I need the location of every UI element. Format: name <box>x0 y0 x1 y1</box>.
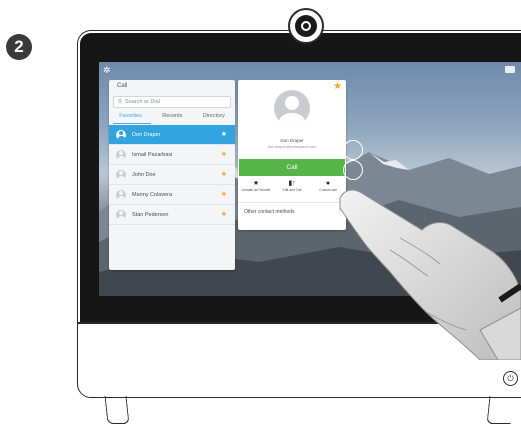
contact-list: Don Draper ★ Ismail Pazarbasi ★ John Doe… <box>109 125 235 225</box>
call-panel: Call ⚲ Search or Dial Favorites Recents … <box>109 80 235 270</box>
avatar <box>274 90 310 126</box>
touch-ripple <box>343 160 363 180</box>
star-icon: ★ <box>220 151 227 158</box>
edit-and-call-button[interactable]: ▮↑ Edit and Call <box>275 179 309 202</box>
contact-name: Don Draper <box>280 138 304 143</box>
contact-name: Manny Colavera <box>132 191 173 198</box>
favorite-star-icon[interactable]: ★ <box>333 81 342 92</box>
search-placeholder: Search or Dial <box>125 99 160 105</box>
list-item[interactable]: Stan Pedersen ★ <box>109 205 235 225</box>
avatar <box>116 149 126 160</box>
hand-illustration <box>339 189 521 360</box>
action-label: Edit and Call <box>282 188 302 192</box>
star-icon: ★ <box>252 180 260 187</box>
camera-icon <box>288 8 324 44</box>
action-label: Unmark as Favorite <box>241 188 271 192</box>
star-icon: ★ <box>220 171 227 178</box>
tab-recents[interactable]: Recents <box>162 113 182 123</box>
avatar <box>116 189 126 200</box>
contact-name: Don Draper <box>132 131 161 138</box>
stand-right-foot <box>486 396 514 424</box>
power-icon[interactable]: ⏻ <box>503 371 518 386</box>
active-tab-indicator <box>113 123 151 124</box>
search-icon: ⚲ <box>118 99 123 105</box>
contact-name: Ismail Pazarbasi <box>132 151 173 158</box>
self-view-icon[interactable] <box>505 66 515 73</box>
touch-ripple <box>343 140 363 160</box>
tab-bar: Favorites Recents Directory <box>109 113 235 123</box>
list-item[interactable]: John Doe ★ <box>109 165 235 185</box>
unmark-favorite-button[interactable]: ★ Unmark as Favorite <box>239 179 273 202</box>
illustration: 2 ⏻ ✲ Call ⚲ Search or Dial Favorites Re… <box>0 0 521 430</box>
star-icon: ★ <box>220 191 227 198</box>
list-item[interactable]: Manny Colavera ★ <box>109 185 235 205</box>
avatar <box>116 209 126 220</box>
stand-left-foot <box>104 396 130 424</box>
list-item[interactable]: Don Draper ★ <box>109 125 235 145</box>
call-button[interactable]: Call <box>239 159 345 176</box>
star-icon: ★ <box>220 211 227 218</box>
edit-call-icon: ▮↑ <box>288 180 296 187</box>
list-item[interactable]: Ismail Pazarbasi ★ <box>109 145 235 165</box>
star-icon: ★ <box>220 131 227 138</box>
settings-icon[interactable]: ✲ <box>103 65 111 76</box>
tab-favorites[interactable]: Favorites <box>119 113 142 123</box>
search-input[interactable]: ⚲ Search or Dial <box>113 96 231 108</box>
avatar <box>116 129 126 140</box>
contact-name: John Doe <box>132 171 156 178</box>
tab-directory[interactable]: Directory <box>203 113 225 123</box>
avatar <box>116 169 126 180</box>
step-badge: 2 <box>6 34 32 60</box>
panel-title: Call <box>117 83 128 89</box>
contact-name: Stan Pedersen <box>132 211 169 218</box>
contact-email: don.draper@someplace.com <box>267 145 317 149</box>
